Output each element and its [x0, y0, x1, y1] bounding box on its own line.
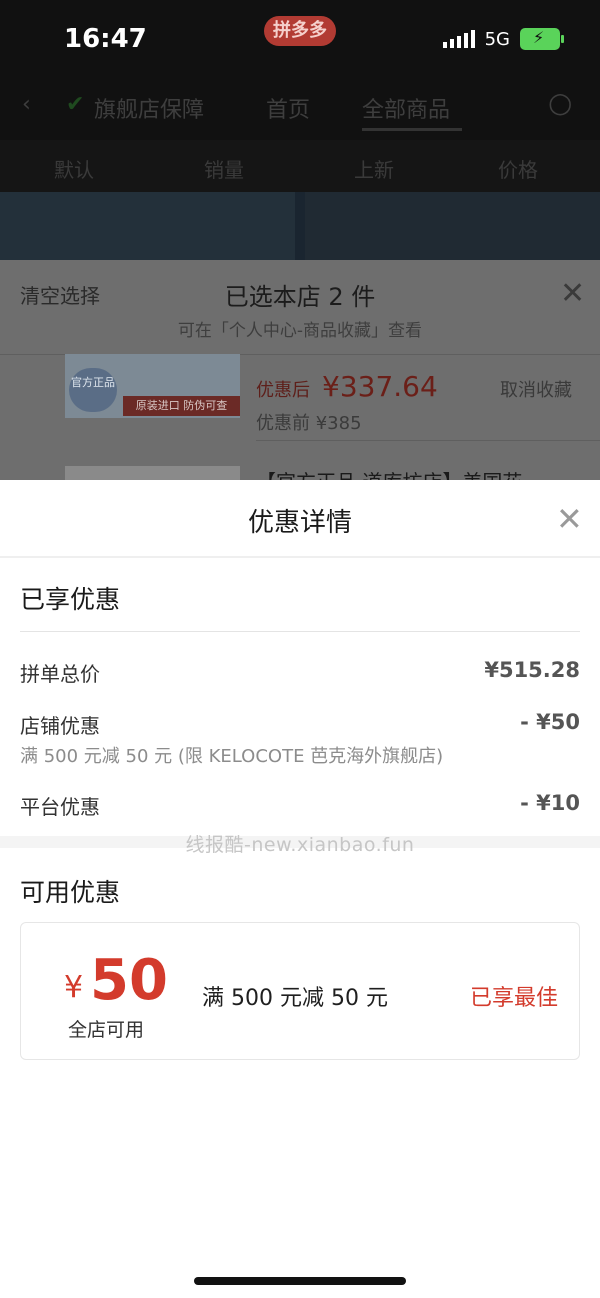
- status-indicators: 5G ⚡: [442, 28, 564, 50]
- product-banner: [0, 192, 600, 260]
- tab-store-guarantee[interactable]: 旗舰店保障: [94, 92, 204, 124]
- section-heading-enjoyed: 已享优惠: [20, 585, 121, 614]
- cancel-favorite-button[interactable]: 取消收藏: [500, 376, 572, 402]
- sort-bar: 默认 销量 上新 价格: [0, 140, 600, 192]
- coupon-status: 已享最佳: [470, 986, 559, 1011]
- tab-home[interactable]: 首页: [266, 92, 310, 124]
- original-price: 优惠前 ¥385: [256, 413, 362, 434]
- signal-icon: [442, 30, 475, 48]
- coupon-currency: ¥: [64, 970, 84, 1005]
- active-tab-underline: [362, 128, 462, 131]
- app-badge: 拼多多: [264, 16, 336, 46]
- product-image[interactable]: 官方正品 原装进口 防伪可查: [65, 354, 240, 418]
- watermark: 线报酷-new.xianbao.fun: [185, 834, 415, 856]
- image-caption: 原装进口 防伪可查: [123, 396, 240, 416]
- status-time: 16:47: [64, 24, 147, 54]
- total-price-label: 拼单总价: [20, 662, 100, 686]
- divider: [0, 556, 600, 558]
- store-discount-label: 店铺优惠: [20, 714, 100, 738]
- coupon-rule: 满 500 元减 50 元: [202, 986, 388, 1011]
- close-icon[interactable]: ✕: [556, 500, 583, 538]
- divider: [256, 440, 600, 441]
- image-badge: 官方正品: [69, 368, 117, 412]
- total-price-value: ¥515.28: [484, 658, 580, 682]
- sort-sales[interactable]: 销量: [204, 154, 244, 183]
- search-icon[interactable]: ○: [548, 86, 572, 119]
- coupon-scope: 全店可用: [68, 1019, 145, 1041]
- coupon-amount: 50: [90, 948, 168, 1013]
- verified-icon: ✔: [66, 92, 85, 117]
- platform-discount-label: 平台优惠: [20, 795, 100, 819]
- selection-subtitle: 可在「个人中心-商品收藏」查看: [177, 321, 423, 341]
- sort-price[interactable]: 价格: [498, 154, 538, 183]
- price-label: 优惠后: [256, 380, 310, 401]
- battery-icon: ⚡: [520, 28, 564, 50]
- store-discount-value: - ¥50: [520, 710, 580, 734]
- clear-selection-button[interactable]: 清空选择: [20, 280, 100, 309]
- sort-new[interactable]: 上新: [354, 154, 394, 183]
- banner-image-right: [305, 192, 600, 260]
- section-heading-available: 可用优惠: [20, 878, 121, 907]
- sort-default[interactable]: 默认: [54, 154, 94, 183]
- back-icon[interactable]: ‹: [22, 92, 31, 117]
- divider: [20, 631, 580, 632]
- network-label: 5G: [484, 28, 510, 50]
- discounted-price: ¥337.64: [322, 370, 438, 403]
- store-nav: ‹ ✔ 旗舰店保障 首页 全部商品 ○: [0, 80, 600, 136]
- tab-all-products[interactable]: 全部商品: [362, 92, 450, 124]
- sheet-title: 优惠详情: [247, 508, 352, 538]
- home-indicator[interactable]: [194, 1277, 406, 1285]
- banner-image-left: [0, 192, 295, 260]
- store-discount-note: 满 500 元减 50 元 (限 KELOCOTE 芭克海外旗舰店): [20, 746, 444, 767]
- close-icon[interactable]: ✕: [560, 276, 585, 311]
- platform-discount-value: - ¥10: [520, 791, 580, 815]
